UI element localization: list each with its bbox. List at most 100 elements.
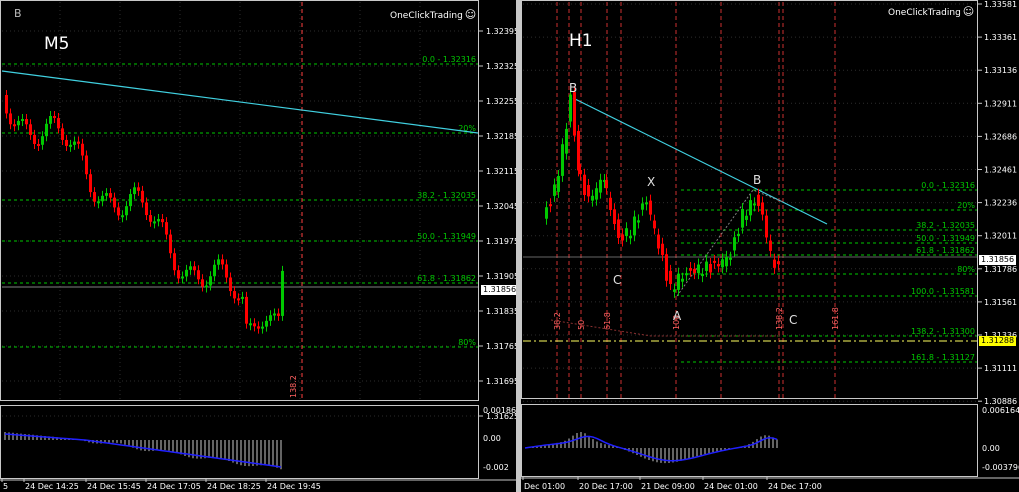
m5-marker-label: B	[14, 7, 22, 20]
candle-body	[737, 233, 740, 237]
osc-signal-line	[524, 435, 778, 462]
candle-body	[225, 264, 228, 278]
price-label: 1.32325	[486, 62, 516, 71]
candle-body	[621, 234, 624, 241]
price-label: 1.31786	[984, 265, 1017, 274]
price-label: 1.32115	[486, 167, 516, 176]
candle-body	[233, 291, 236, 299]
smiley-icon: ☺	[962, 5, 975, 18]
price-label: 1.33581	[984, 0, 1017, 9]
fib-label: 61.8 - 1.31862	[417, 274, 476, 283]
candle-body	[733, 237, 736, 251]
candle-body	[769, 240, 772, 251]
m5-chart-canvas[interactable]: 0.0 - 1.3231620%38.2 - 1.3203550.0 - 1.3…	[0, 0, 516, 492]
m5-price-axis: 1.32395 1.32325 1.32255 1.32185 1.32115 1.320…	[479, 27, 516, 421]
candle-body	[681, 278, 684, 282]
m5-candles	[5, 90, 284, 334]
candle-body	[625, 228, 628, 236]
candle-body	[45, 123, 48, 137]
candle-body	[145, 202, 148, 216]
fib-label: 80%	[458, 338, 476, 347]
candle-body	[281, 270, 284, 316]
candle-body	[73, 141, 76, 145]
price-label: 1.32236	[984, 199, 1017, 208]
fib-time-label: 161.8	[831, 307, 840, 330]
candle-body	[705, 261, 708, 271]
osc-axis-label: 0.00	[483, 434, 501, 443]
fib-time-label: 138.2	[775, 307, 784, 330]
candle-body	[583, 174, 586, 196]
candle-body	[81, 143, 84, 156]
wave-label: C	[789, 313, 797, 327]
m5-one-click-label: OneClickTrading	[390, 11, 463, 21]
candle-body	[605, 180, 608, 189]
price-label: 1.33136	[984, 66, 1017, 75]
candle-body	[241, 296, 244, 299]
h1-one-click-trading[interactable]: OneClickTrading ☺	[888, 5, 974, 18]
fib-label: 38.2 - 1.32035	[916, 221, 975, 230]
fib-label: 138.2 - 1.31300	[911, 327, 975, 336]
smiley-icon: ☺	[464, 8, 477, 21]
candle-body	[237, 298, 240, 301]
time-label: 5	[3, 482, 8, 491]
candle-body	[21, 119, 24, 122]
candle-body	[25, 119, 28, 125]
candle-body	[665, 254, 668, 281]
time-label: 24 Dec 15:45	[87, 482, 141, 491]
candle-body	[209, 276, 212, 286]
candle-body	[745, 215, 748, 220]
candle-body	[579, 170, 582, 175]
candle-body	[201, 279, 204, 287]
candle-body	[185, 269, 188, 277]
candle-body	[37, 143, 40, 146]
osc-axis-label: -0.003796	[982, 463, 1019, 472]
fib-label: 20%	[957, 201, 975, 210]
candle-body	[57, 118, 60, 129]
candle-body	[653, 220, 656, 229]
h1-target-price-box: 1.31288	[979, 336, 1017, 346]
h1-oscillator-pane-frame	[521, 404, 978, 477]
candle-body	[257, 326, 260, 329]
candle-body	[595, 188, 598, 200]
osc-signal-line	[4, 433, 282, 468]
m5-trend-line[interactable]	[1, 70, 479, 134]
price-label: 1.30886	[984, 397, 1017, 406]
candle-body	[221, 259, 224, 265]
time-label: 24 Dec 01:00	[704, 482, 758, 491]
candle-body	[261, 326, 264, 329]
fib-label: 100.0 - 1.31581	[911, 287, 975, 296]
h1-price-pane-frame	[521, 0, 978, 399]
time-label: 24 Dec 17:05	[147, 482, 201, 491]
candle-body	[121, 215, 124, 218]
candle-body	[697, 264, 700, 274]
candle-body	[553, 184, 556, 196]
price-label: 1.32011	[984, 232, 1017, 241]
h1-chart-window[interactable]: 38.2 50 61.8 100 138.2 161.8 0.0 - 1.32316 20%…	[521, 0, 1019, 492]
candle-body	[741, 209, 744, 228]
wave-label: C	[613, 273, 621, 287]
fib-label: 61.8 - 1.31862	[916, 246, 975, 255]
price-label: 1.32255	[486, 97, 516, 106]
price-label: 1.31695	[486, 377, 516, 386]
candle-body	[721, 259, 724, 268]
candle-body	[9, 113, 12, 125]
candle-body	[649, 200, 652, 215]
candle-body	[5, 95, 8, 114]
candle-body	[29, 124, 32, 135]
fib-label: 50.0 - 1.31949	[417, 232, 476, 241]
candle-body	[577, 130, 580, 171]
candle-body	[117, 207, 120, 216]
time-label: 20 Dec 17:00	[579, 482, 633, 491]
wave-label: A	[673, 309, 682, 323]
candle-body	[89, 174, 92, 193]
m5-one-click-trading[interactable]: OneClickTrading ☺	[390, 8, 476, 21]
candle-body	[177, 270, 180, 279]
time-label: 24 Dec 19:45	[267, 482, 321, 491]
h1-chart-canvas[interactable]: 38.2 50 61.8 100 138.2 161.8 0.0 - 1.3231620%…	[521, 0, 1019, 492]
candle-body	[749, 200, 752, 216]
candle-body	[133, 187, 136, 195]
candle-body	[173, 253, 176, 271]
candle-body	[229, 277, 232, 292]
candle-body	[701, 274, 704, 277]
m5-chart-window[interactable]: 0.0 - 1.32316 20% 38.2 - 1.32035 50.0 - 1.3…	[0, 0, 519, 492]
